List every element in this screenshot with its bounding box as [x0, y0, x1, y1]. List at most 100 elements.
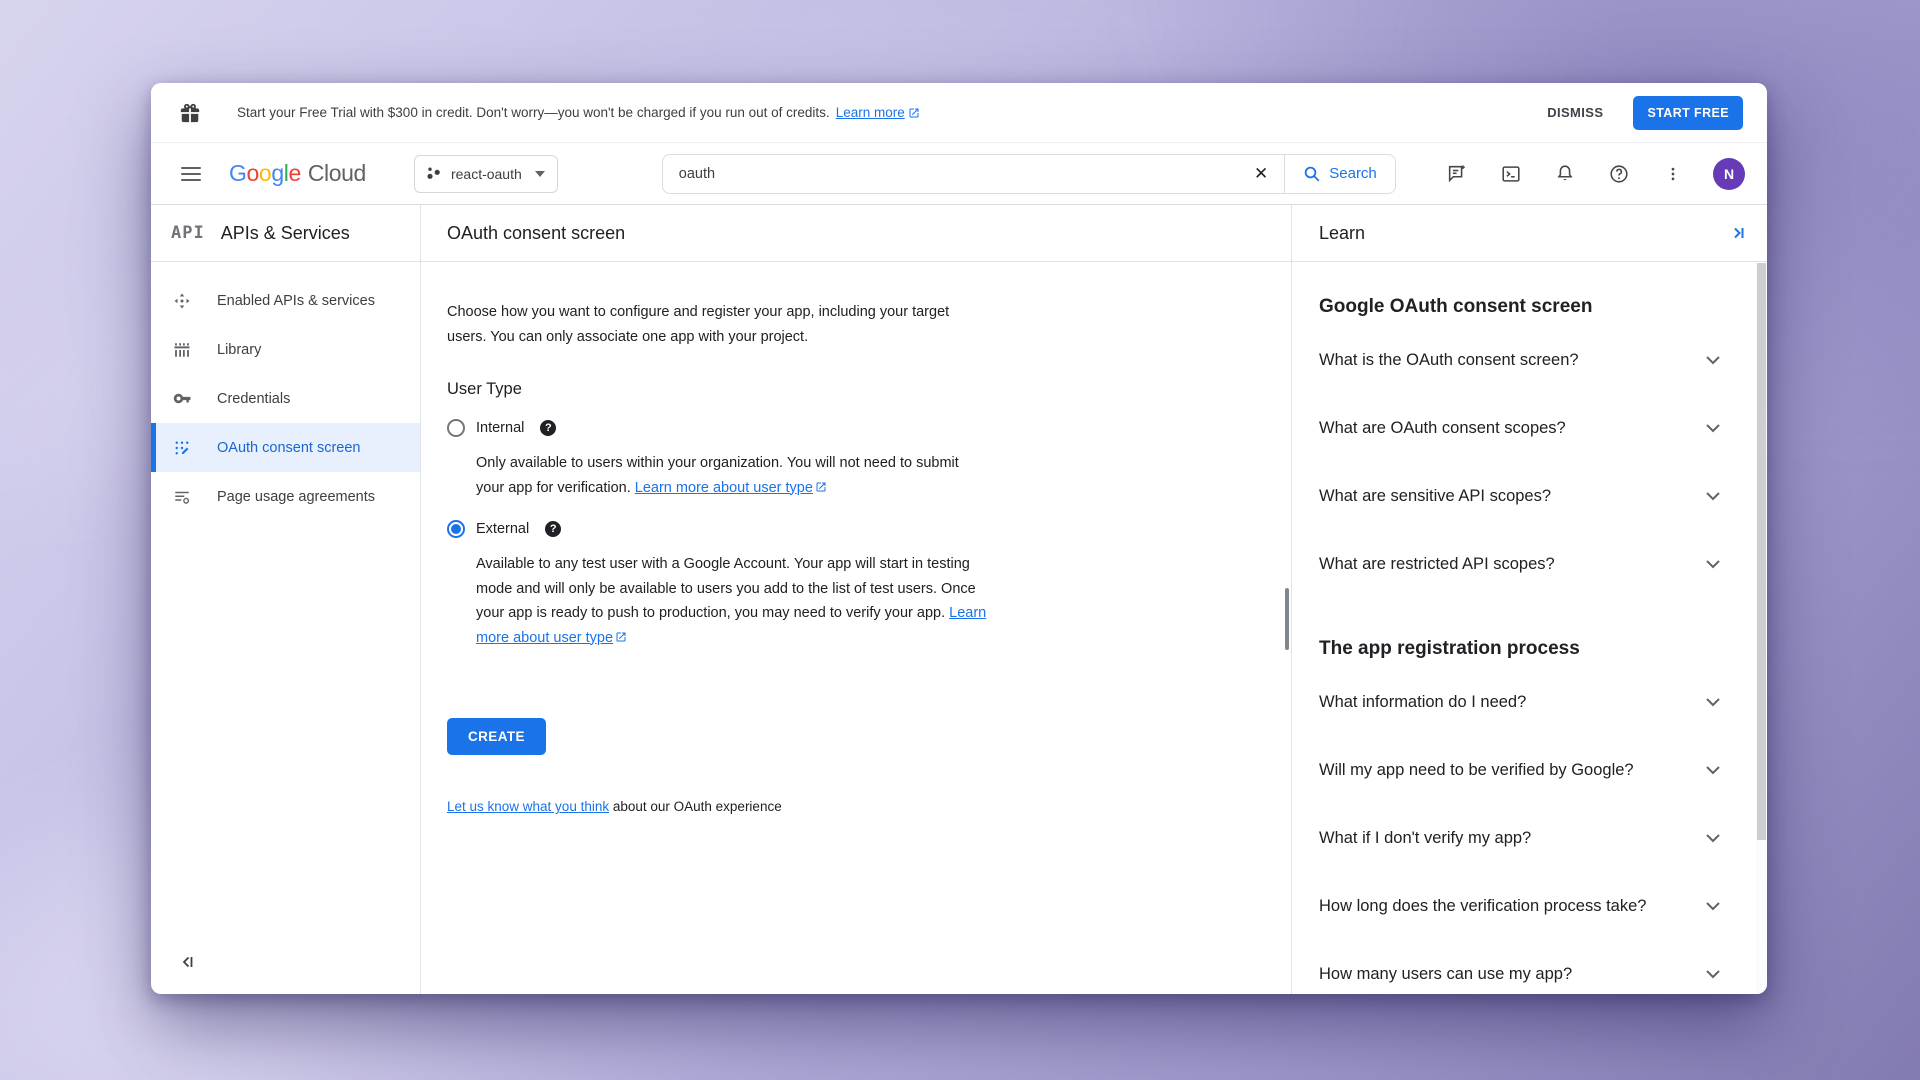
- learn-question[interactable]: How long does the verification process t…: [1319, 872, 1721, 940]
- sidebar-item-label: Enabled APIs & services: [217, 293, 375, 309]
- feedback-icon[interactable]: [1437, 154, 1477, 194]
- api-logo: API: [171, 223, 205, 243]
- sidebar-nav: Enabled APIs & services Library: [151, 262, 420, 521]
- intro-text: Choose how you want to configure and reg…: [447, 300, 952, 350]
- internal-label: Internal: [476, 420, 524, 436]
- learn-more-user-type-link[interactable]: Learn more about user type: [635, 480, 813, 496]
- learn-scrollbar[interactable]: [1756, 263, 1767, 994]
- page-title: OAuth consent screen: [447, 223, 625, 244]
- learn-question[interactable]: What are OAuth consent scopes?: [1319, 394, 1721, 462]
- main-body: Choose how you want to configure and reg…: [421, 300, 1291, 814]
- dashboard-icon: [172, 292, 192, 310]
- learn-question[interactable]: What if I don't verify my app?: [1319, 804, 1721, 872]
- banner-actions: DISMISS START FREE: [1535, 96, 1743, 130]
- help-icon[interactable]: ?: [545, 521, 561, 537]
- collapse-sidebar-icon[interactable]: [171, 946, 203, 978]
- header-icons: N: [1437, 154, 1745, 194]
- consent-screen-icon: [172, 439, 192, 457]
- chevron-down-icon: [1705, 969, 1721, 979]
- dismiss-button[interactable]: DISMISS: [1535, 97, 1615, 128]
- search-icon: [1303, 165, 1321, 183]
- learn-body: Google OAuth consent screen What is the …: [1292, 294, 1767, 994]
- learn-question[interactable]: What are restricted API scopes?: [1319, 530, 1721, 598]
- help-icon[interactable]: ?: [540, 420, 556, 436]
- search-bar: ✕ Search: [662, 154, 1396, 194]
- user-type-heading: User Type: [447, 380, 1291, 399]
- console-window: Start your Free Trial with $300 in credi…: [151, 83, 1767, 994]
- project-name: react-oauth: [451, 166, 522, 182]
- notifications-bell-icon[interactable]: [1545, 154, 1585, 194]
- sidebar-item-label: Credentials: [217, 391, 290, 407]
- internal-option-row: Internal ?: [447, 419, 1291, 437]
- create-button[interactable]: CREATE: [447, 718, 546, 755]
- open-in-new-icon: [815, 481, 827, 493]
- clear-search-icon[interactable]: ✕: [1238, 164, 1284, 184]
- avatar[interactable]: N: [1713, 158, 1745, 190]
- sidebar-item-label: Library: [217, 342, 261, 358]
- chevron-down-icon: [1705, 901, 1721, 911]
- collapse-learn-panel-icon[interactable]: [1729, 224, 1747, 242]
- google-cloud-logo[interactable]: Google Cloud: [229, 160, 366, 187]
- external-option-row: External ?: [447, 520, 1291, 538]
- sidebar-item-page-usage-agreements[interactable]: Page usage agreements: [151, 472, 420, 521]
- sidebar-title: APIs & Services: [221, 223, 350, 244]
- sidebar-item-oauth-consent-screen[interactable]: OAuth consent screen: [151, 423, 420, 472]
- open-in-new-icon: [908, 107, 920, 119]
- window-body: API APIs & Services Enabled APIs & servi…: [151, 205, 1767, 994]
- learn-scrollbar-thumb[interactable]: [1757, 263, 1766, 840]
- external-radio[interactable]: [447, 520, 465, 538]
- internal-description: Only available to users within your orga…: [476, 451, 988, 500]
- app-header: Google Cloud react-oauth ✕: [151, 143, 1767, 205]
- learn-title: Learn: [1319, 223, 1365, 244]
- learn-question[interactable]: What are sensitive API scopes?: [1319, 462, 1721, 530]
- library-icon: [172, 341, 192, 359]
- chevron-down-icon: [1705, 697, 1721, 707]
- learn-question[interactable]: How many users can use my app?: [1319, 940, 1721, 994]
- learn-panel: Learn Google OAuth consent screen What i…: [1292, 205, 1767, 994]
- key-icon: [172, 389, 192, 408]
- learn-section-heading: The app registration process: [1319, 636, 1721, 662]
- search-input[interactable]: [663, 166, 1238, 182]
- external-label: External: [476, 521, 529, 537]
- more-vert-icon[interactable]: [1653, 154, 1693, 194]
- chevron-down-icon: [1705, 559, 1721, 569]
- learn-question[interactable]: What information do I need?: [1319, 668, 1721, 736]
- sidebar-item-label: OAuth consent screen: [217, 440, 360, 456]
- sidebar-item-credentials[interactable]: Credentials: [151, 374, 420, 423]
- agreements-icon: [172, 488, 192, 506]
- feedback-line: Let us know what you think about our OAu…: [447, 799, 1291, 814]
- banner-learn-more-link[interactable]: Learn more: [836, 105, 920, 120]
- trial-banner: Start your Free Trial with $300 in credi…: [151, 83, 1767, 143]
- internal-radio[interactable]: [447, 419, 465, 437]
- cloud-shell-icon[interactable]: [1491, 154, 1531, 194]
- learn-question[interactable]: Will my app need to be verified by Googl…: [1319, 736, 1721, 804]
- sidebar: API APIs & Services Enabled APIs & servi…: [151, 205, 421, 994]
- chevron-down-icon: [1705, 355, 1721, 365]
- external-description: Available to any test user with a Google…: [476, 552, 988, 650]
- chevron-down-icon: [1705, 833, 1721, 843]
- open-in-new-icon: [615, 631, 627, 643]
- help-icon[interactable]: [1599, 154, 1639, 194]
- project-icon: [425, 165, 442, 182]
- main-scrollbar-thumb[interactable]: [1285, 588, 1289, 650]
- chevron-down-icon: [1705, 491, 1721, 501]
- chevron-down-icon: [1705, 765, 1721, 775]
- learn-question[interactable]: What is the OAuth consent screen?: [1319, 326, 1721, 394]
- sidebar-header: API APIs & Services: [151, 205, 420, 262]
- main-header: OAuth consent screen: [421, 205, 1291, 262]
- main-content: OAuth consent screen Choose how you want…: [421, 205, 1292, 994]
- learn-header: Learn: [1292, 205, 1767, 262]
- trial-banner-text: Start your Free Trial with $300 in credi…: [237, 105, 830, 120]
- chevron-down-icon: [535, 171, 545, 177]
- start-free-button[interactable]: START FREE: [1633, 96, 1743, 130]
- sidebar-item-library[interactable]: Library: [151, 325, 420, 374]
- search-button[interactable]: Search: [1284, 155, 1395, 193]
- sidebar-item-enabled-apis[interactable]: Enabled APIs & services: [151, 276, 420, 325]
- gift-icon: [179, 102, 201, 124]
- sidebar-item-label: Page usage agreements: [217, 489, 375, 505]
- menu-icon[interactable]: [181, 167, 201, 181]
- project-selector[interactable]: react-oauth: [414, 155, 558, 193]
- desktop-background: Start your Free Trial with $300 in credi…: [0, 0, 1920, 1080]
- chevron-down-icon: [1705, 423, 1721, 433]
- feedback-link[interactable]: Let us know what you think: [447, 799, 609, 814]
